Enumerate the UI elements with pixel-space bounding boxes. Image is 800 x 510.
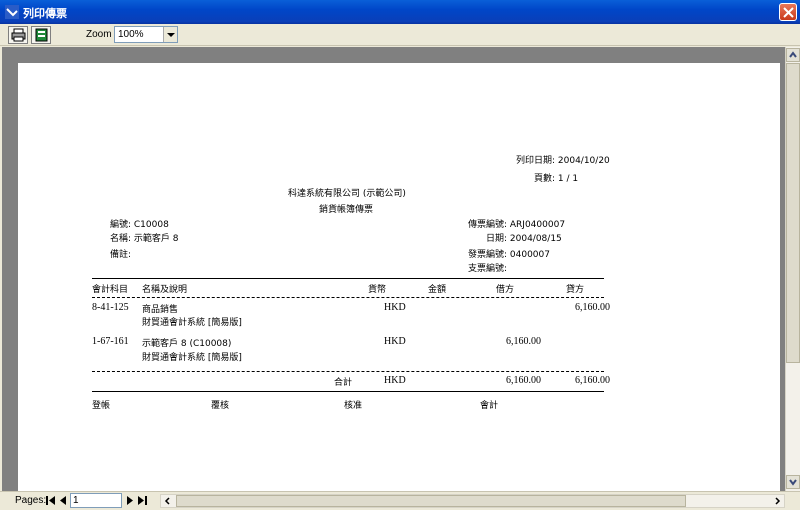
chevron-down-icon (789, 479, 797, 486)
next-page-icon[interactable] (124, 494, 136, 507)
row-description: 財貿通會計系統 [簡易版] (142, 318, 242, 328)
total-divider (92, 371, 604, 372)
chevron-right-icon[interactable] (770, 495, 784, 507)
cheque-number: 支票編號: (468, 264, 508, 274)
row-name: 示範客戶 8 (C10008) (142, 339, 232, 349)
total-label: 合計 (334, 378, 353, 388)
signature-label: 登帳 (92, 401, 111, 411)
customer-code: 編號: C10008 (110, 220, 169, 230)
zoom-label: Zoom (86, 29, 112, 40)
customer-name: 名稱: 示範客戶 8 (110, 234, 179, 244)
invoice-number: 發票編號: 0400007 (468, 250, 550, 260)
page-number-input[interactable]: 1 (70, 493, 122, 508)
report-viewer: 列印日期: 2004/10/20 頁數: 1 / 1 科達系統有限公司 (示範公… (2, 47, 785, 491)
total-credit: 6,160.00 (575, 375, 610, 386)
window-title: 列印傳票 (23, 7, 67, 20)
chevron-down-icon[interactable] (163, 27, 177, 42)
row-currency: HKD (384, 302, 406, 313)
page-count: 頁數: 1 / 1 (534, 174, 579, 184)
export-icon (35, 28, 48, 42)
column-header: 貸方 (566, 285, 585, 295)
row-account: 8-41-125 (92, 302, 129, 313)
report-page: 列印日期: 2004/10/20 頁數: 1 / 1 科達系統有限公司 (示範公… (18, 63, 780, 491)
signature-label: 核准 (344, 401, 363, 411)
scroll-down-button[interactable] (786, 475, 800, 489)
signature-label: 覆核 (211, 401, 230, 411)
close-button[interactable] (779, 3, 797, 21)
previous-page-icon[interactable] (57, 494, 69, 507)
close-icon (783, 7, 794, 18)
app-icon (5, 5, 19, 19)
chevron-left-icon[interactable] (161, 495, 175, 507)
page-number-value: 1 (73, 495, 79, 506)
voucher-number: 傳票編號: ARJ0400007 (468, 220, 566, 230)
column-header: 貨幣 (368, 285, 387, 295)
total-rule (92, 391, 604, 392)
column-header: 會計科目 (92, 285, 129, 295)
company-name: 科達系統有限公司 (示範公司) (288, 189, 406, 199)
title-bar: 列印傳票 (0, 0, 800, 24)
header-rule (92, 278, 604, 279)
first-page-icon[interactable] (45, 494, 57, 507)
horizontal-scrollbar[interactable] (160, 494, 785, 508)
total-currency: HKD (384, 375, 406, 386)
status-bar: Pages: 1 (0, 491, 800, 510)
row-credit: 6,160.00 (575, 302, 610, 313)
chevron-up-icon (789, 51, 797, 58)
zoom-value: 100% (118, 29, 144, 40)
zoom-select[interactable]: 100% (114, 26, 178, 43)
scroll-thumb[interactable] (176, 495, 686, 507)
row-name: 商品銷售 (142, 305, 179, 315)
scroll-up-button[interactable] (786, 48, 800, 62)
column-header: 借方 (496, 285, 515, 295)
row-debit: 6,160.00 (506, 336, 541, 347)
vertical-scrollbar[interactable] (785, 47, 800, 491)
export-button[interactable] (31, 26, 51, 44)
toolbar: Zoom 100% (0, 24, 800, 46)
voucher-date: 日期: 2004/08/15 (486, 234, 562, 244)
pages-label: Pages: (15, 495, 47, 506)
row-description: 財貿通會計系統 [簡易版] (142, 353, 242, 363)
row-currency: HKD (384, 336, 406, 347)
column-header: 金額 (428, 285, 447, 295)
row-account: 1-67-161 (92, 336, 129, 347)
header-divider (92, 297, 604, 298)
print-button[interactable] (8, 26, 28, 44)
remark: 備註: (110, 250, 132, 260)
column-header: 名稱及說明 (142, 285, 188, 295)
document-title: 銷貨帳簿傳票 (319, 205, 374, 215)
scroll-thumb[interactable] (786, 63, 800, 363)
signature-label: 會計 (480, 401, 499, 411)
printer-icon (11, 28, 26, 42)
last-page-icon[interactable] (136, 494, 148, 507)
print-date: 列印日期: 2004/10/20 (516, 156, 610, 166)
